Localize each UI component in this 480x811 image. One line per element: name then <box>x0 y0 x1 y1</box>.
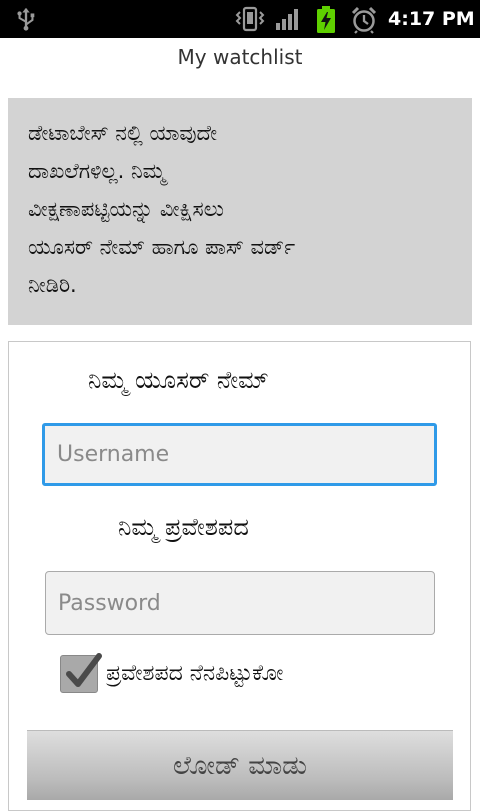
status-bar: 4:17 PM <box>0 0 480 38</box>
password-label: ನಿಮ್ಮ ಪ್ರವೇಶಪದ <box>118 513 249 541</box>
remember-password-label[interactable]: ಪ್ರವೇಶಪದ ನೆನಪಿಟ್ಟುಕೋ <box>106 654 283 694</box>
message-line: ದಾಖಲೆಗಳಿಲ್ಲ. ನಿಮ್ಮ <box>28 159 166 183</box>
message-line: ನೀಡಿರಿ. <box>28 273 77 297</box>
username-input[interactable] <box>42 423 437 486</box>
battery-charging-icon <box>317 6 335 33</box>
username-label: ನಿಮ್ಮ ಯೂಸರ್ ನೇಮ್ <box>88 366 269 394</box>
remember-password-checkbox[interactable] <box>60 653 102 693</box>
message-line: ವೀಕ್ಷಣಾಪಟ್ಟಿಯನ್ನು ವೀಕ್ಷಿಸಲು <box>28 197 224 221</box>
load-button[interactable]: ಲೋಡ್ ಮಾಡು <box>27 730 453 800</box>
password-input[interactable] <box>45 571 435 635</box>
page-title: My watchlist <box>177 45 303 69</box>
checkmark-icon <box>66 653 102 687</box>
signal-icon <box>276 9 298 30</box>
no-records-message: ಡೇಟಾಬೇಸ್ ನಲ್ಲಿ ಯಾವುದೇ ದಾಖಲೆಗಳಿಲ್ಲ. ನಿಮ್ಮ… <box>8 98 472 325</box>
usb-icon <box>17 7 35 31</box>
message-line: ಡೇಟಾಬೇಸ್ ನಲ್ಲಿ ಯಾವುದೇ <box>28 121 217 145</box>
status-time: 4:17 PM <box>388 8 475 30</box>
alarm-icon <box>351 6 377 34</box>
vibrate-icon <box>235 6 265 32</box>
message-line: ಯೂಸರ್ ನೇಮ್ ಹಾಗೂ ಪಾಸ್ ವರ್ಡ್ <box>28 235 296 259</box>
